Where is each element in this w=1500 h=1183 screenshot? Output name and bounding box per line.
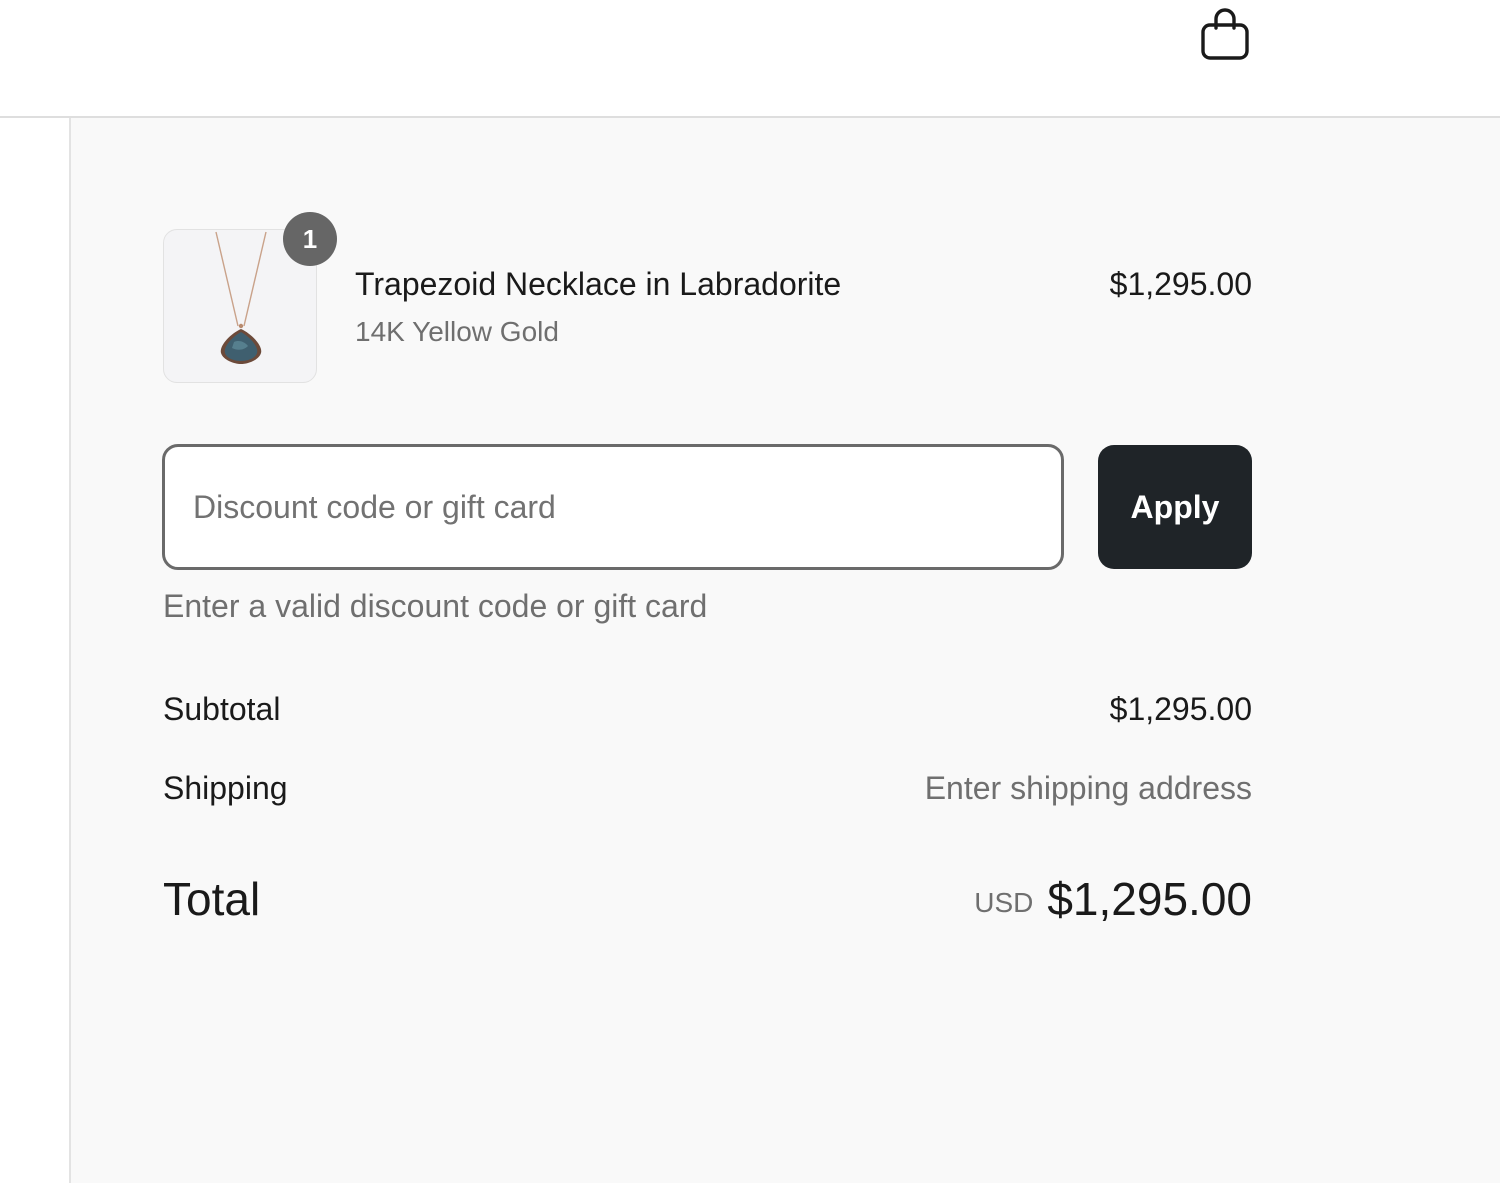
total-amount: $1,295.00: [1047, 873, 1252, 925]
total-label: Total: [163, 873, 261, 925]
total-currency: USD: [974, 887, 1034, 918]
site-header: [0, 0, 1500, 118]
left-panel: [0, 118, 71, 1183]
product-name: Trapezoid Necklace in Labradorite: [355, 266, 842, 302]
shipping-value: Enter shipping address: [924, 770, 1252, 806]
discount-code-input[interactable]: [162, 444, 1064, 570]
product-variant: 14K Yellow Gold: [355, 316, 559, 347]
discount-error-message: Enter a valid discount code or gift card: [163, 588, 708, 624]
shipping-label: Shipping: [163, 770, 288, 806]
total-value: USD $1,295.00: [974, 872, 1252, 926]
shopping-bag-icon[interactable]: [1198, 6, 1252, 62]
subtotal-value: $1,295.00: [1109, 691, 1252, 727]
quantity-badge: 1: [283, 212, 337, 266]
apply-discount-button[interactable]: Apply: [1098, 445, 1252, 569]
product-price: $1,295.00: [1109, 266, 1252, 302]
subtotal-label: Subtotal: [163, 691, 281, 727]
